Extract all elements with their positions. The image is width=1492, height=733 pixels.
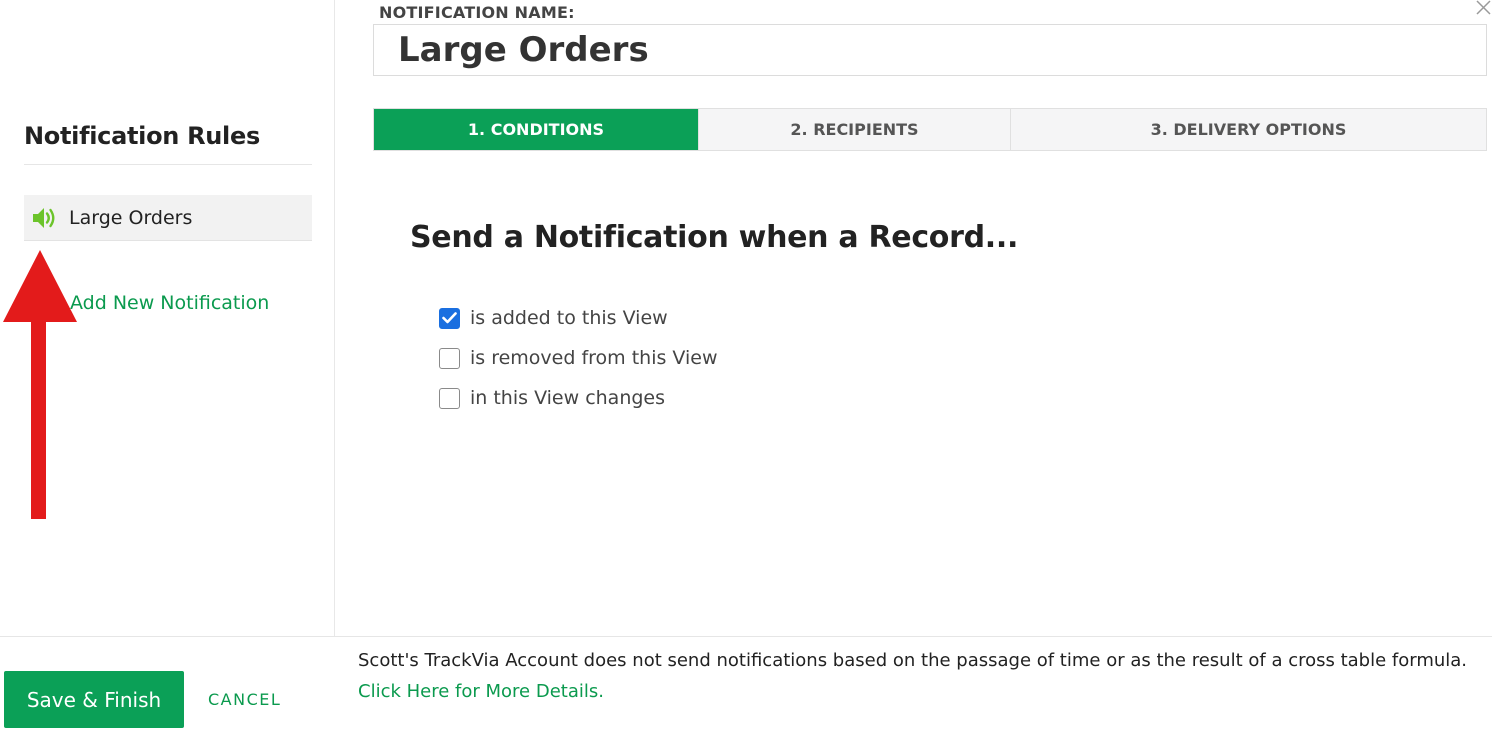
tab-recipients[interactable]: 2. RECIPIENTS bbox=[699, 109, 1011, 150]
condition-removed-label: is removed from this View bbox=[470, 347, 718, 369]
condition-added-label: is added to this View bbox=[470, 307, 668, 329]
save-finish-button[interactable]: Save & Finish bbox=[4, 671, 184, 728]
notification-name-label: NOTIFICATION NAME: bbox=[379, 3, 575, 22]
condition-removed[interactable]: is removed from this View bbox=[439, 347, 718, 369]
condition-changes[interactable]: in this View changes bbox=[439, 387, 665, 409]
rule-item-large-orders[interactable]: Large Orders bbox=[24, 195, 312, 241]
checkbox-changes[interactable] bbox=[439, 387, 460, 409]
sidebar-divider bbox=[24, 164, 312, 165]
footer-note-text: Scott's TrackVia Account does not send n… bbox=[358, 650, 1468, 671]
sidebar-title: Notification Rules bbox=[24, 122, 260, 150]
condition-added[interactable]: is added to this View bbox=[439, 307, 668, 329]
speaker-icon bbox=[28, 202, 60, 234]
red-arrow-annotation bbox=[3, 250, 77, 519]
add-new-notification-link[interactable]: Add New Notification bbox=[70, 292, 269, 314]
close-icon[interactable] bbox=[1474, 0, 1492, 18]
footer-divider bbox=[0, 636, 1492, 637]
cancel-button[interactable]: CANCEL bbox=[208, 690, 281, 709]
checkbox-added[interactable] bbox=[439, 307, 460, 329]
more-details-link[interactable]: Click Here for More Details. bbox=[358, 681, 604, 702]
rule-item-label: Large Orders bbox=[69, 206, 193, 229]
tab-conditions[interactable]: 1. CONDITIONS bbox=[374, 109, 699, 150]
wizard-tabs: 1. CONDITIONS 2. RECIPIENTS 3. DELIVERY … bbox=[373, 108, 1487, 151]
checkbox-removed[interactable] bbox=[439, 347, 460, 369]
footer-note: Scott's TrackVia Account does not send n… bbox=[358, 645, 1468, 707]
notification-name-input[interactable] bbox=[373, 24, 1487, 76]
conditions-heading: Send a Notification when a Record... bbox=[410, 220, 1019, 255]
tab-delivery-options[interactable]: 3. DELIVERY OPTIONS bbox=[1011, 109, 1486, 150]
condition-changes-label: in this View changes bbox=[470, 387, 666, 409]
checkmark-icon bbox=[442, 312, 457, 324]
